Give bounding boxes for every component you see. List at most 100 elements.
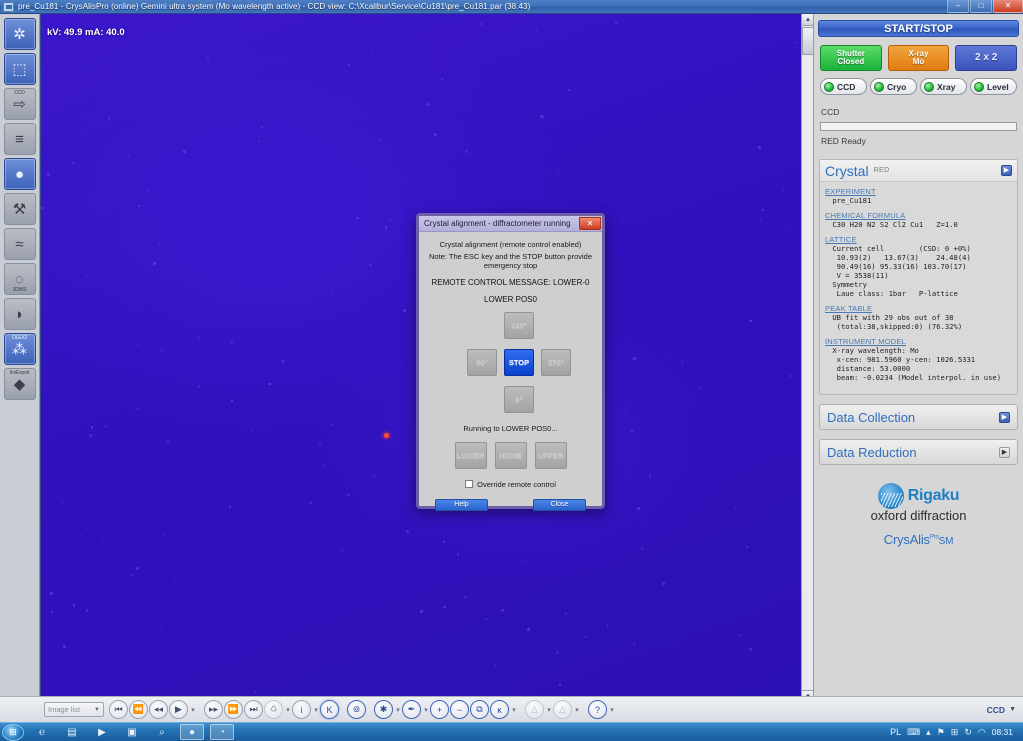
scrollbar-thumb[interactable]	[802, 27, 813, 55]
tray-volume-icon[interactable]: ◠	[978, 727, 986, 738]
dialog-close-button[interactable]: Close	[533, 498, 586, 511]
xray-button[interactable]: X-ray Mo	[887, 45, 950, 71]
pointer-button[interactable]: ✒	[402, 700, 421, 719]
up-arrow2-button-dropdown-caret-icon[interactable]: ▾	[573, 706, 581, 714]
import-export-tool[interactable]: Im/Export ◆	[3, 368, 36, 400]
brightness-button[interactable]: ✱	[374, 700, 393, 719]
first-image-button[interactable]: ⏮	[109, 700, 128, 719]
info-button[interactable]: i	[292, 700, 311, 719]
detector-selector[interactable]: CCD ▼	[987, 705, 1016, 715]
data-reduction-expand-icon[interactable]: ▶	[999, 446, 1010, 458]
help-button[interactable]: ?	[588, 700, 607, 719]
override-remote-control-row[interactable]: Override remote control	[426, 480, 595, 489]
start-stop-button[interactable]: START/STOP	[818, 20, 1019, 37]
rotate-180-button[interactable]: 180°	[504, 311, 534, 339]
crystal-group-title[interactable]: CHEMICAL FORMULA	[825, 211, 1012, 220]
loop-button-dropdown-caret-icon[interactable]: ▾	[284, 706, 292, 714]
crystal-group-title[interactable]: EXPERIMENT	[825, 187, 1012, 196]
diffraction-speck	[322, 463, 326, 467]
dialog-close-icon[interactable]: ✕	[579, 217, 601, 230]
shutter-button[interactable]: Shutter Closed	[820, 45, 882, 71]
rotate-270-button[interactable]: 270°	[541, 348, 571, 376]
brightness-button-dropdown-caret-icon[interactable]: ▾	[394, 706, 402, 714]
image-vertical-scrollbar[interactable]: ▲ ▼	[801, 14, 813, 702]
internet-explorer-taskbar-icon[interactable]: ℮	[30, 724, 54, 740]
k-button[interactable]: K	[320, 700, 339, 719]
next-block-button[interactable]: ⏩	[224, 700, 243, 719]
prev-image-button[interactable]: ◂◂	[149, 700, 168, 719]
data-collection-section[interactable]: Data Collection ▶	[819, 404, 1018, 430]
diffraction-speck	[322, 511, 325, 514]
secondary-app-taskbar-icon[interactable]: ◔	[210, 724, 234, 740]
crystal-expand-icon[interactable]: ▶	[1001, 165, 1012, 176]
scroll-up-button[interactable]: ▲	[802, 14, 813, 26]
upper-button[interactable]: UPPER	[534, 441, 567, 469]
minimize-button[interactable]: –	[947, 0, 969, 13]
lower-button[interactable]: LOWER	[454, 441, 487, 469]
stop-button[interactable]: STOP	[504, 348, 534, 376]
crysalispro-taskbar-icon[interactable]: ●	[180, 724, 204, 740]
help-button-dropdown-caret-icon[interactable]: ▾	[608, 706, 616, 714]
tray-language-indicator[interactable]: PL	[890, 727, 901, 737]
crystal-group-title[interactable]: PEAK TABLE	[825, 304, 1012, 313]
peak-hunt-button-dropdown-caret-icon[interactable]: ▾	[510, 706, 518, 714]
data-reduction-section[interactable]: Data Reduction ▶	[819, 439, 1018, 465]
ccd-led[interactable]: CCD	[820, 78, 867, 95]
tray-network-icon[interactable]: ⊞	[951, 727, 959, 738]
pointer-button-dropdown-caret-icon[interactable]: ▾	[422, 706, 430, 714]
zoom-out-button[interactable]: −	[450, 700, 469, 719]
data-reduction-tool[interactable]: CCD ⇨	[3, 88, 36, 120]
image-list-dropdown[interactable]: Image list ▼	[44, 702, 104, 717]
zoom-in-button[interactable]: +	[430, 700, 449, 719]
last-image-button[interactable]: ⏭	[244, 700, 263, 719]
override-checkbox[interactable]	[465, 480, 474, 489]
next-image-button[interactable]: ▸▸	[204, 700, 223, 719]
tray-action-center-icon[interactable]: ↻	[964, 727, 972, 738]
reciprocal-space-tool[interactable]: ◌ 3DWS	[3, 263, 36, 295]
xray-led[interactable]: Xray	[920, 78, 967, 95]
olex2-tool[interactable]: OLEX2 ⁂	[3, 333, 36, 365]
up-arrow-button-dropdown-caret-icon[interactable]: ▾	[545, 706, 553, 714]
search-taskbar-icon[interactable]: ⌕	[150, 724, 174, 740]
zoom-fit-button[interactable]: ⧉	[470, 700, 489, 719]
instrument-tool[interactable]: ⚒	[3, 193, 36, 225]
diffraction-speck	[347, 493, 350, 497]
close-button[interactable]: ✕	[993, 0, 1023, 13]
binning-button[interactable]: 2 x 2	[955, 45, 1018, 71]
peak-hunt-button[interactable]: ĸ	[490, 700, 509, 719]
rotate-90-button[interactable]: 90°	[467, 348, 497, 376]
up-arrow-button[interactable]: △	[525, 700, 544, 719]
crystal-group-title[interactable]: INSTRUMENT MODEL	[825, 337, 1012, 346]
explorer-taskbar-icon[interactable]: ▤	[60, 724, 84, 740]
mask-button[interactable]: ⊚	[347, 700, 366, 719]
rotate-0-button[interactable]: 0°	[504, 385, 534, 413]
start-button-icon[interactable]: ⊞	[2, 723, 24, 741]
play-button-dropdown-caret-icon[interactable]: ▾	[189, 706, 197, 714]
diffraction-pattern-tool[interactable]: ≈	[3, 228, 36, 260]
up-arrow2-button[interactable]: △	[553, 700, 572, 719]
diffraction-speck	[738, 634, 741, 637]
ccd-view-tool[interactable]: ●	[3, 158, 36, 190]
tray-flag-icon[interactable]: ⚑	[937, 727, 945, 738]
taskbar-clock[interactable]: 08:31	[992, 727, 1023, 737]
loop-button[interactable]: ♻	[264, 700, 283, 719]
frames-tool[interactable]: ≡	[3, 123, 36, 155]
camera-tool[interactable]: ◗	[3, 298, 36, 330]
maximize-button[interactable]: □	[970, 0, 992, 13]
home-button[interactable]: HOME	[494, 441, 527, 469]
data-collection-expand-icon[interactable]: ▶	[999, 411, 1010, 423]
info-button-dropdown-caret-icon[interactable]: ▾	[312, 706, 320, 714]
cryo-led[interactable]: Cryo	[870, 78, 917, 95]
crystal-group-title[interactable]: LATTICE	[825, 235, 1012, 244]
prev-block-button[interactable]: ⏪	[129, 700, 148, 719]
play-button[interactable]: ▶	[169, 700, 188, 719]
save-taskbar-icon[interactable]: ▣	[120, 724, 144, 740]
level-led[interactable]: Level	[970, 78, 1017, 95]
tray-overflow-icon[interactable]: ▴	[926, 727, 931, 738]
tray-hardware-icon[interactable]: ⌨	[907, 727, 920, 738]
dialog-help-button[interactable]: Help	[435, 498, 488, 511]
crystal-section-header[interactable]: Crystal RED ▶	[820, 160, 1017, 182]
data-collection-tool[interactable]: ⬚	[3, 53, 36, 85]
crystal-screening-tool[interactable]: ✲	[3, 18, 36, 50]
media-player-taskbar-icon[interactable]: ▶	[90, 724, 114, 740]
